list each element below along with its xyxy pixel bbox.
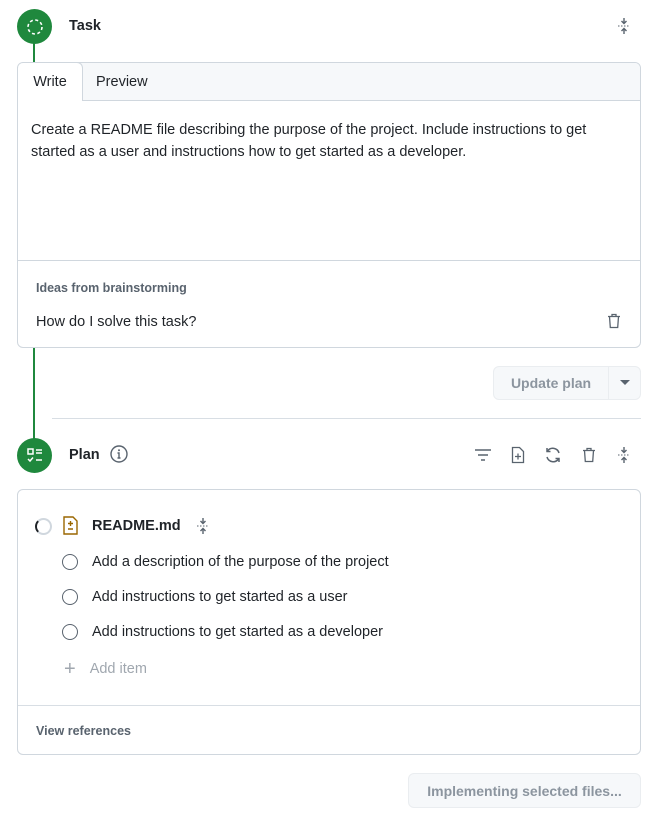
plan-step-icon (17, 438, 52, 473)
plan-item[interactable]: Add a description of the purpose of the … (62, 554, 389, 570)
info-icon[interactable] (109, 444, 129, 464)
plan-item[interactable]: Add instructions to get started as a use… (62, 589, 348, 605)
update-plan-button[interactable]: Update plan (493, 366, 641, 400)
plan-card: README.md Add a description of the purpo… (17, 489, 641, 755)
idea-item[interactable]: How do I solve this task? (36, 314, 196, 330)
trash-icon[interactable] (579, 445, 599, 465)
loading-spinner-icon (35, 518, 52, 535)
filter-icon[interactable] (473, 445, 493, 465)
add-item-label: Add item (89, 661, 147, 677)
collapse-icon[interactable] (614, 16, 634, 36)
divider (18, 705, 640, 706)
file-name[interactable]: README.md (92, 518, 181, 534)
checkbox-circle[interactable] (62, 624, 78, 640)
task-title: Task (69, 18, 101, 34)
update-plan-label: Update plan (510, 375, 592, 391)
implement-button[interactable]: Implementing selected files... (408, 773, 641, 808)
checkbox-circle[interactable] (62, 589, 78, 605)
timeline-line (33, 43, 35, 63)
add-file-icon[interactable] (508, 445, 528, 465)
refresh-icon[interactable] (543, 445, 563, 465)
ideas-label: Ideas from brainstorming (36, 281, 187, 295)
tab-preview[interactable]: Preview (96, 74, 148, 90)
collapse-icon[interactable] (193, 516, 213, 536)
view-references-link[interactable]: View references (36, 724, 131, 738)
add-item-button[interactable]: + Add item (64, 658, 147, 680)
task-step-icon (17, 9, 52, 44)
tab-write[interactable]: Write (18, 63, 83, 101)
divider (52, 418, 641, 419)
dropdown-caret-icon[interactable] (609, 380, 640, 386)
plan-item-label: Add instructions to get started as a use… (92, 589, 348, 605)
plus-icon: + (64, 658, 76, 680)
task-textarea[interactable]: Create a README file describing the purp… (18, 101, 640, 261)
trash-icon[interactable] (604, 311, 624, 331)
editor-tabs: Write Preview (18, 63, 640, 101)
file-diff-icon (63, 516, 78, 538)
plan-item-label: Add instructions to get started as a dev… (92, 624, 383, 640)
plan-title: Plan (69, 447, 100, 463)
task-card: Write Preview Create a README file descr… (17, 62, 641, 348)
collapse-icon[interactable] (614, 445, 634, 465)
checkbox-circle[interactable] (62, 554, 78, 570)
plan-item[interactable]: Add instructions to get started as a dev… (62, 624, 383, 640)
plan-item-label: Add a description of the purpose of the … (92, 554, 389, 570)
timeline-line (33, 347, 35, 439)
